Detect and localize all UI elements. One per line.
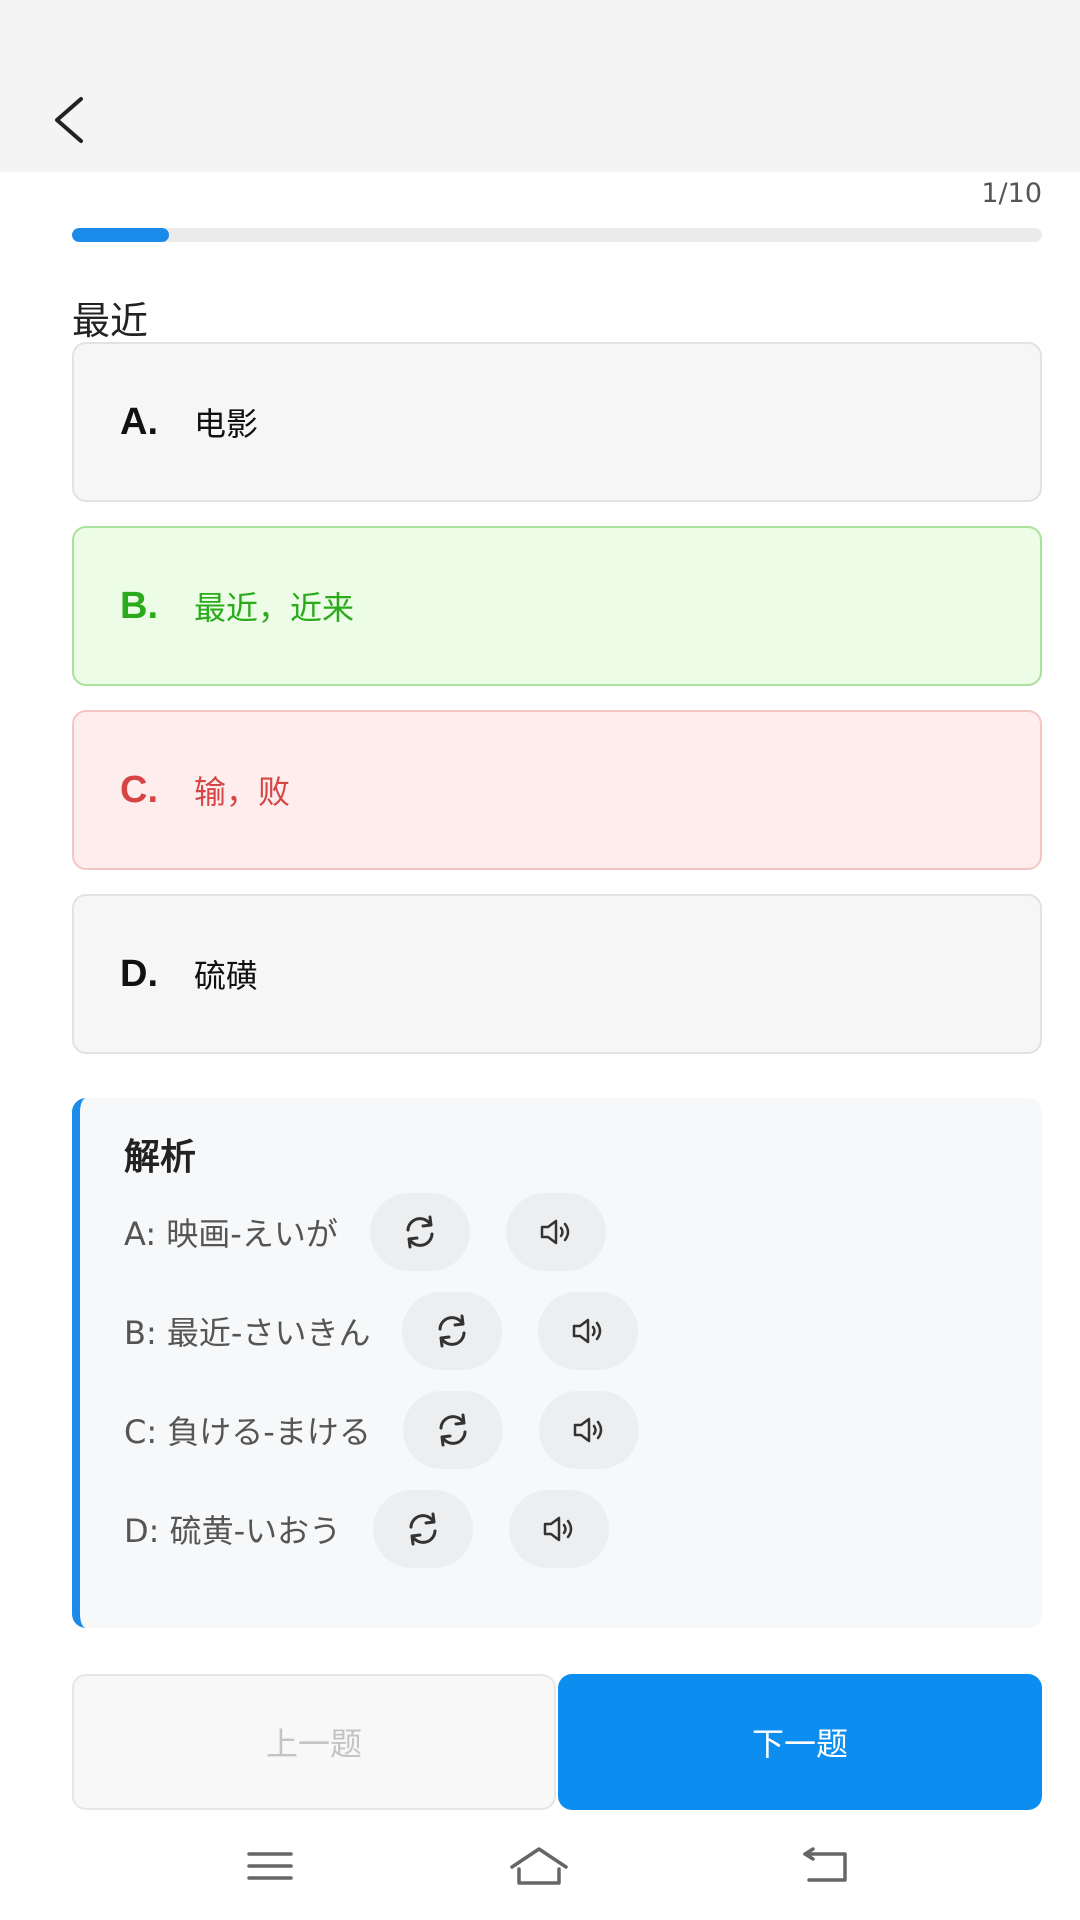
repeat-button[interactable] (402, 1391, 503, 1469)
analysis-row-b: B: 最近-さいきん (124, 1292, 639, 1370)
option-letter: B. (120, 584, 158, 627)
repeat-icon (438, 1314, 466, 1348)
option-c[interactable]: C. 输，败 (72, 710, 1042, 870)
audio-button[interactable] (509, 1490, 610, 1568)
analysis-row-text: B: 最近-さいきん (124, 1314, 371, 1352)
repeat-icon (406, 1215, 434, 1249)
system-back-button[interactable] (790, 1836, 860, 1896)
repeat-icon (409, 1512, 437, 1546)
option-d[interactable]: D. 硫磺 (72, 894, 1042, 1054)
chevron-left-icon (55, 97, 83, 143)
speaker-icon (543, 1516, 573, 1542)
option-letter: A. (120, 400, 158, 443)
progress-fill (72, 228, 169, 242)
option-text: 电影 (194, 405, 259, 443)
return-icon (803, 1847, 847, 1882)
progress-bar (72, 228, 1042, 242)
back-button[interactable] (38, 88, 98, 152)
analysis-title: 解析 (124, 1137, 197, 1178)
option-b[interactable]: B. 最近，近来 (72, 526, 1042, 686)
analysis-panel: 解析 A: 映画-えいが B: 最近-さいきん C: 負ける-まける D: 硫黄… (72, 1098, 1042, 1628)
audio-button[interactable] (538, 1292, 639, 1370)
menu-button[interactable] (235, 1836, 305, 1896)
home-icon (510, 1847, 568, 1885)
menu-icon (247, 1852, 293, 1880)
home-button[interactable] (504, 1836, 574, 1896)
repeat-button[interactable] (373, 1490, 474, 1568)
analysis-row-a: A: 映画-えいが (124, 1193, 606, 1271)
option-letter: C. (120, 768, 158, 811)
analysis-row-text: D: 硫黄-いおう (124, 1512, 342, 1550)
analysis-row-d: D: 硫黄-いおう (124, 1490, 610, 1568)
top-bar (0, 0, 1080, 172)
progress-count: 1/10 (981, 178, 1042, 209)
question-word: 最近 (72, 299, 149, 343)
analysis-row-text: A: 映画-えいが (124, 1215, 338, 1253)
speaker-icon (573, 1417, 603, 1443)
audio-button[interactable] (538, 1391, 639, 1469)
repeat-icon (439, 1413, 467, 1447)
previous-question-button[interactable]: 上一题 (72, 1674, 556, 1810)
analysis-row-c: C: 負ける-まける (124, 1391, 639, 1469)
system-nav-bar (0, 1836, 1080, 1896)
repeat-button[interactable] (402, 1292, 503, 1370)
option-a[interactable]: A. 电影 (72, 342, 1042, 502)
analysis-row-text: C: 負ける-まける (124, 1413, 371, 1451)
audio-button[interactable] (505, 1193, 606, 1271)
next-question-button[interactable]: 下一题 (558, 1674, 1042, 1810)
speaker-icon (573, 1318, 602, 1344)
option-text: 最近，近来 (194, 589, 355, 627)
option-text: 输，败 (194, 773, 291, 811)
speaker-icon (540, 1219, 570, 1245)
option-letter: D. (120, 952, 158, 995)
repeat-button[interactable] (369, 1193, 470, 1271)
option-text: 硫磺 (194, 957, 259, 995)
